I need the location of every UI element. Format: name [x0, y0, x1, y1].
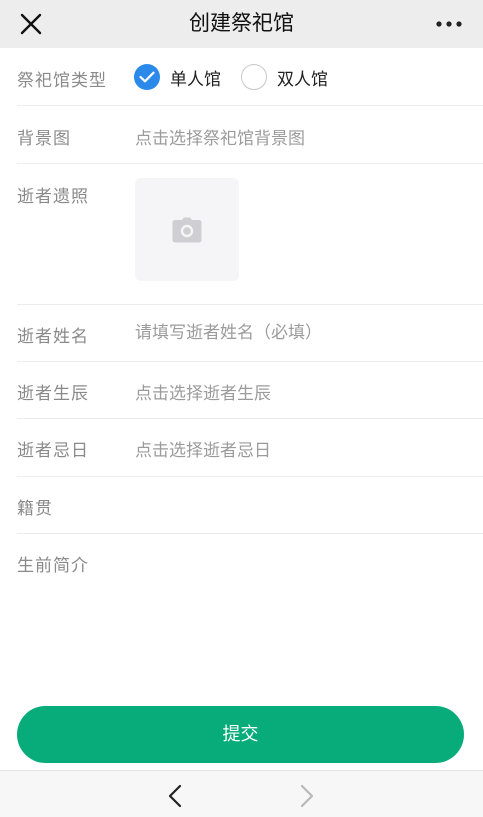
portrait-label: 逝者遗照 [17, 187, 89, 207]
death-label: 逝者忌日 [17, 441, 89, 461]
death-date-picker[interactable]: 点击选择逝者忌日 [135, 436, 271, 461]
name-input[interactable] [135, 319, 465, 347]
radio-double-hall-label: 双人馆 [277, 69, 328, 90]
background-row[interactable]: 背景图 点击选择祭祀馆背景图 [0, 106, 483, 164]
forward-button[interactable] [292, 783, 322, 809]
camera-icon [172, 217, 202, 242]
intro-label: 生前简介 [17, 556, 89, 576]
hall-type-row: 祭祀馆类型 单人馆 双人馆 [0, 48, 483, 106]
chevron-right-icon [300, 784, 314, 808]
radio-single-hall-label: 单人馆 [170, 69, 221, 90]
hall-type-label: 祭祀馆类型 [17, 71, 107, 91]
radio-unchecked-icon [241, 64, 267, 90]
radio-single-hall[interactable]: 单人馆 [134, 64, 221, 90]
more-dots-icon [436, 21, 462, 27]
birth-label: 逝者生辰 [17, 384, 89, 404]
chevron-left-icon [168, 784, 182, 808]
death-row[interactable]: 逝者忌日 点击选择逝者忌日 [0, 419, 483, 477]
hometown-label: 籍贯 [17, 499, 53, 519]
page-title: 创建祭祀馆 [189, 11, 294, 35]
name-row: 逝者姓名 [0, 305, 483, 362]
birth-row[interactable]: 逝者生辰 点击选择逝者生辰 [0, 362, 483, 419]
more-button[interactable] [427, 6, 471, 42]
intro-textarea[interactable] [135, 552, 465, 692]
back-button[interactable] [160, 783, 190, 809]
portrait-row: 逝者遗照 [0, 164, 483, 305]
bottom-nav-bar [0, 770, 483, 817]
background-label: 背景图 [17, 129, 71, 149]
portrait-upload-button[interactable] [135, 178, 239, 281]
name-label: 逝者姓名 [17, 327, 89, 347]
hometown-input[interactable] [135, 491, 465, 519]
background-picker[interactable]: 点击选择祭祀馆背景图 [135, 124, 305, 149]
radio-double-hall[interactable]: 双人馆 [241, 64, 328, 90]
radio-checked-icon [134, 64, 160, 90]
submit-button[interactable]: 提交 [17, 706, 464, 763]
hometown-row: 籍贯 [0, 477, 483, 534]
top-bar: 创建祭祀馆 [0, 0, 483, 48]
birth-date-picker[interactable]: 点击选择逝者生辰 [135, 379, 271, 404]
